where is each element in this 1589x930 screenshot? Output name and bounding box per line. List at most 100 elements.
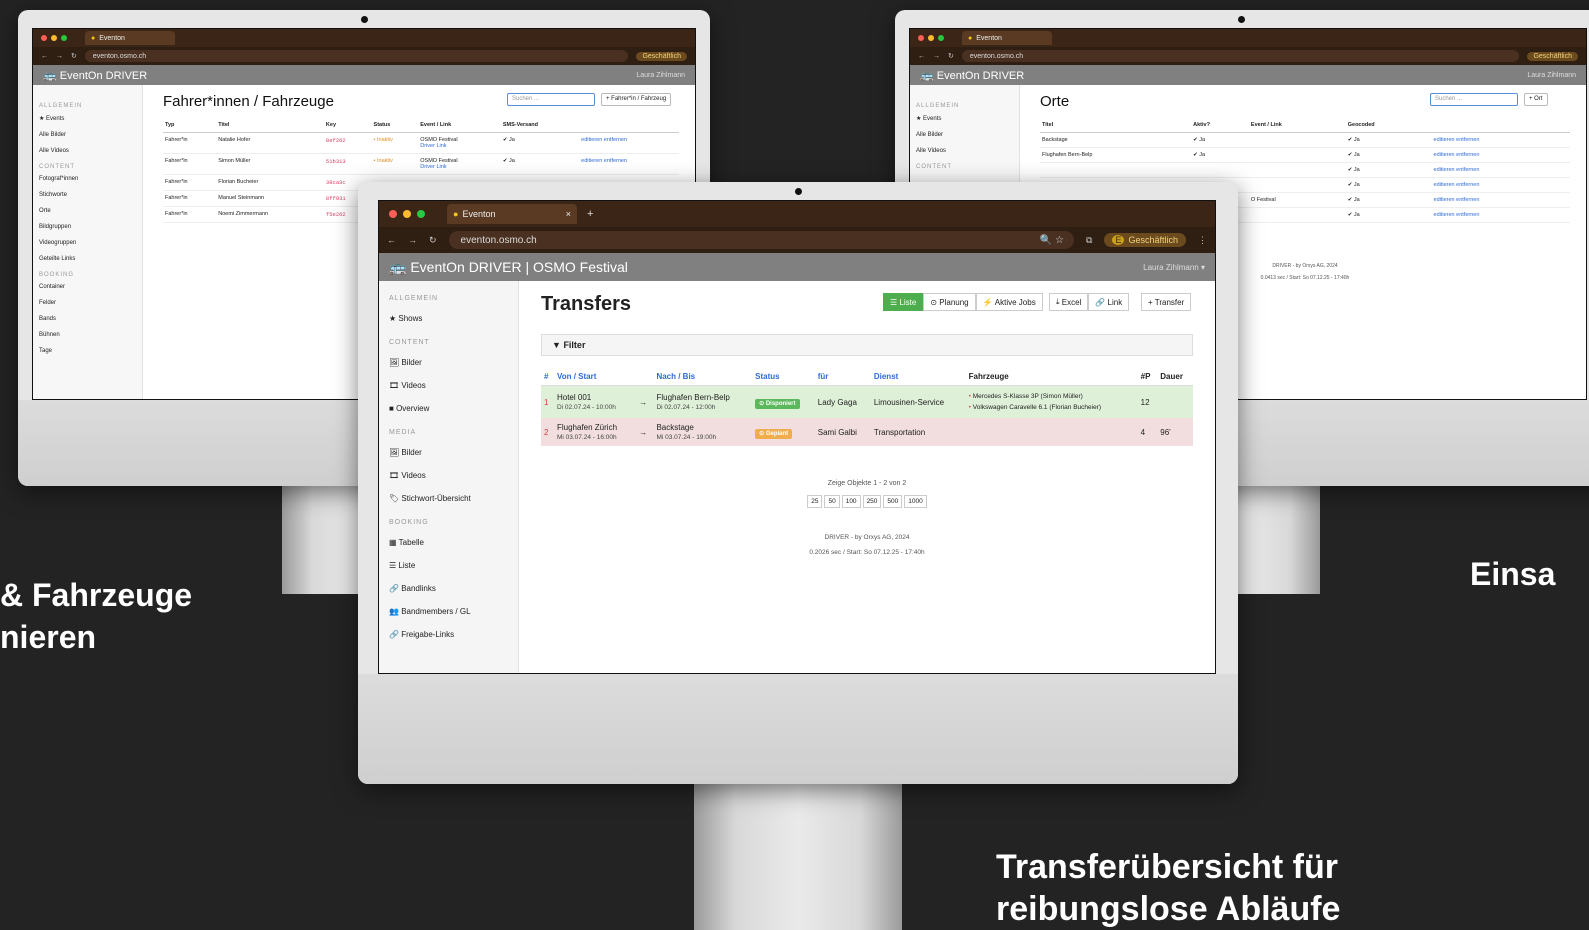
menu-icon[interactable]: ⋮ (1198, 235, 1207, 246)
sidebar-item-videos[interactable]: 🎞 Videos (389, 381, 508, 390)
maximize-dot-icon[interactable] (938, 35, 944, 41)
forward-icon[interactable]: → (56, 53, 63, 60)
sidebar-item-shows[interactable]: ★ Shows (389, 314, 508, 323)
url-field[interactable]: eventon.osmo.ch (84, 50, 629, 62)
sidebar-item[interactable]: Alle Bilder (916, 132, 1013, 138)
row-actions[interactable]: editieren entfernen (1431, 192, 1570, 208)
search-input[interactable]: Suchen ... (507, 93, 595, 106)
sidebar-item[interactable]: Tage (39, 348, 136, 354)
sidebar-item[interactable]: Orte (39, 208, 136, 214)
tab-close-icon[interactable]: × (566, 209, 571, 219)
sidebar-item-media-videos[interactable]: 🎞 Videos (389, 471, 508, 480)
sidebar-item-overview[interactable]: ■ Overview (389, 404, 508, 413)
reload-icon[interactable]: ↻ (948, 52, 954, 60)
search-input[interactable]: Suchen ... (1430, 93, 1518, 106)
excel-export-button[interactable]: ⤓ Excel (1049, 293, 1089, 311)
sidebar-item[interactable]: Geteilte Links (39, 256, 136, 262)
driver-link[interactable]: Driver Link (420, 143, 446, 149)
row-actions[interactable]: editieren entfernen (1431, 207, 1570, 223)
maximize-dot-icon[interactable] (61, 35, 67, 41)
row-actions[interactable]: editieren entfernen (1431, 147, 1570, 163)
page-size-option[interactable]: 50 (824, 495, 840, 508)
zoom-icon[interactable]: 🔍 ☆ (1040, 235, 1064, 246)
profile-badge[interactable]: E Geschäftlich (1104, 233, 1186, 247)
new-tab-icon[interactable]: + (587, 208, 593, 220)
sidebar-item-keywords[interactable]: 🏷 Stichwort-Übersicht (389, 494, 508, 503)
filter-bar[interactable]: ▼ Filter (541, 334, 1193, 356)
extensions-icon[interactable]: ⧉ (1086, 235, 1092, 246)
sidebar-item[interactable]: Alle Videos (39, 148, 136, 154)
sidebar-item-list[interactable]: ☰ Liste (389, 561, 508, 570)
add-transfer-button[interactable]: + Transfer (1141, 293, 1192, 311)
table-row[interactable]: 2 Flughafen Zürich Mi 03.07.24 - 16:00h →… (541, 418, 1193, 446)
minimize-dot-icon[interactable] (51, 35, 57, 41)
page-size-option[interactable]: 500 (883, 495, 903, 508)
column-header[interactable]: Von / Start (553, 368, 637, 386)
url-field[interactable]: eventon.osmo.ch 🔍 ☆ (448, 231, 1075, 249)
browser-tab[interactable]: ● Eventon × (447, 204, 577, 224)
sidebar-item-bandlinks[interactable]: 🔗 Bandlinks (389, 584, 508, 593)
sidebar-item[interactable]: ★ Events (39, 115, 136, 122)
column-header[interactable]: Titel (216, 118, 324, 133)
sidebar-item[interactable]: Fotograf*innen (39, 176, 136, 182)
sidebar-item[interactable]: Videogruppen (39, 240, 136, 246)
table-row[interactable]: 1 Hotel 001 Di 02.07.24 - 10:00h → Flugha… (541, 385, 1193, 418)
sidebar-item[interactable]: Bühnen (39, 332, 136, 338)
page-size-option[interactable]: 25 (807, 495, 823, 508)
column-header[interactable]: Nach / Bis (653, 368, 753, 386)
reload-icon[interactable]: ↻ (71, 52, 77, 60)
active-jobs-button[interactable]: ⚡ Aktive Jobs (975, 293, 1043, 311)
column-header[interactable]: Status (752, 368, 815, 386)
page-size-option[interactable]: 250 (862, 495, 882, 508)
column-header[interactable]: # (541, 368, 554, 386)
sidebar-item[interactable]: Felder (39, 300, 136, 306)
close-dot-icon[interactable] (41, 35, 47, 41)
close-dot-icon[interactable] (389, 210, 397, 218)
column-header[interactable]: Status (371, 118, 419, 133)
list-view-button[interactable]: ☰ Liste (883, 293, 924, 311)
row-actions[interactable]: editieren entfernen (579, 132, 679, 154)
page-size-option[interactable]: 100 (841, 495, 861, 508)
browser-tab[interactable]: ● Eventon (85, 31, 175, 45)
sidebar-item[interactable]: Bildgruppen (39, 224, 136, 230)
sidebar-item[interactable]: Stichworte (39, 192, 136, 198)
link-button[interactable]: 🔗 Link (1088, 293, 1130, 311)
reload-icon[interactable]: ↻ (429, 235, 437, 246)
back-icon[interactable]: ← (41, 53, 48, 60)
sidebar-item[interactable]: Bands (39, 316, 136, 322)
close-dot-icon[interactable] (918, 35, 924, 41)
add-location-button[interactable]: + Ort (1524, 93, 1548, 106)
sidebar-item-bandmembers[interactable]: 👥 Bandmembers / GL (389, 607, 508, 616)
sidebar-item[interactable]: ★ Events (916, 115, 1013, 122)
table-row[interactable]: Fahrer*in Natalie Hofer 8ef262 • Inaktiv OSM… (163, 132, 679, 154)
back-icon[interactable]: ← (387, 235, 396, 245)
minimize-dot-icon[interactable] (928, 35, 934, 41)
planning-view-button[interactable]: ⊙ Planung (923, 293, 976, 311)
driver-link[interactable]: Driver Link (420, 164, 446, 170)
forward-icon[interactable]: → (408, 235, 417, 245)
column-header[interactable]: Typ (163, 118, 217, 133)
row-actions[interactable]: editieren entfernen (1431, 132, 1570, 148)
column-header[interactable]: Key (323, 118, 372, 133)
minimize-dot-icon[interactable] (403, 210, 411, 218)
user-menu[interactable]: Laura Zihlmann (1527, 72, 1576, 79)
table-row[interactable]: Fahrer*in Simon Müller 51b313 • Inaktiv OSMO… (163, 153, 679, 175)
sidebar-item-media-images[interactable]: 🖼 Bilder (389, 448, 508, 457)
column-header[interactable]: Event / Link (1248, 118, 1346, 133)
column-header[interactable]: Geocoded (1345, 118, 1432, 133)
maximize-dot-icon[interactable] (417, 210, 425, 218)
row-actions[interactable]: editieren entfernen (579, 153, 679, 175)
column-header[interactable]: Aktiv? (1191, 118, 1249, 133)
column-header[interactable]: für (814, 368, 871, 386)
back-icon[interactable]: ← (918, 53, 925, 60)
sidebar-item[interactable]: Alle Bilder (39, 132, 136, 138)
sidebar-item[interactable]: Alle Videos (916, 148, 1013, 154)
sidebar-item-images[interactable]: 🖼 Bilder (389, 358, 508, 367)
table-row[interactable]: Flughafen Bern-Belp ✔ Ja ✔ Ja editieren ent… (1040, 147, 1570, 163)
page-size-option[interactable]: 1000 (904, 495, 927, 508)
profile-badge[interactable]: Geschäftlich (1527, 51, 1578, 61)
user-menu[interactable]: Laura Zihlmann (636, 72, 685, 79)
forward-icon[interactable]: → (933, 53, 940, 60)
table-row[interactable]: ✔ Ja editieren entfernen (1040, 162, 1570, 178)
sidebar-item[interactable]: Container (39, 284, 136, 290)
